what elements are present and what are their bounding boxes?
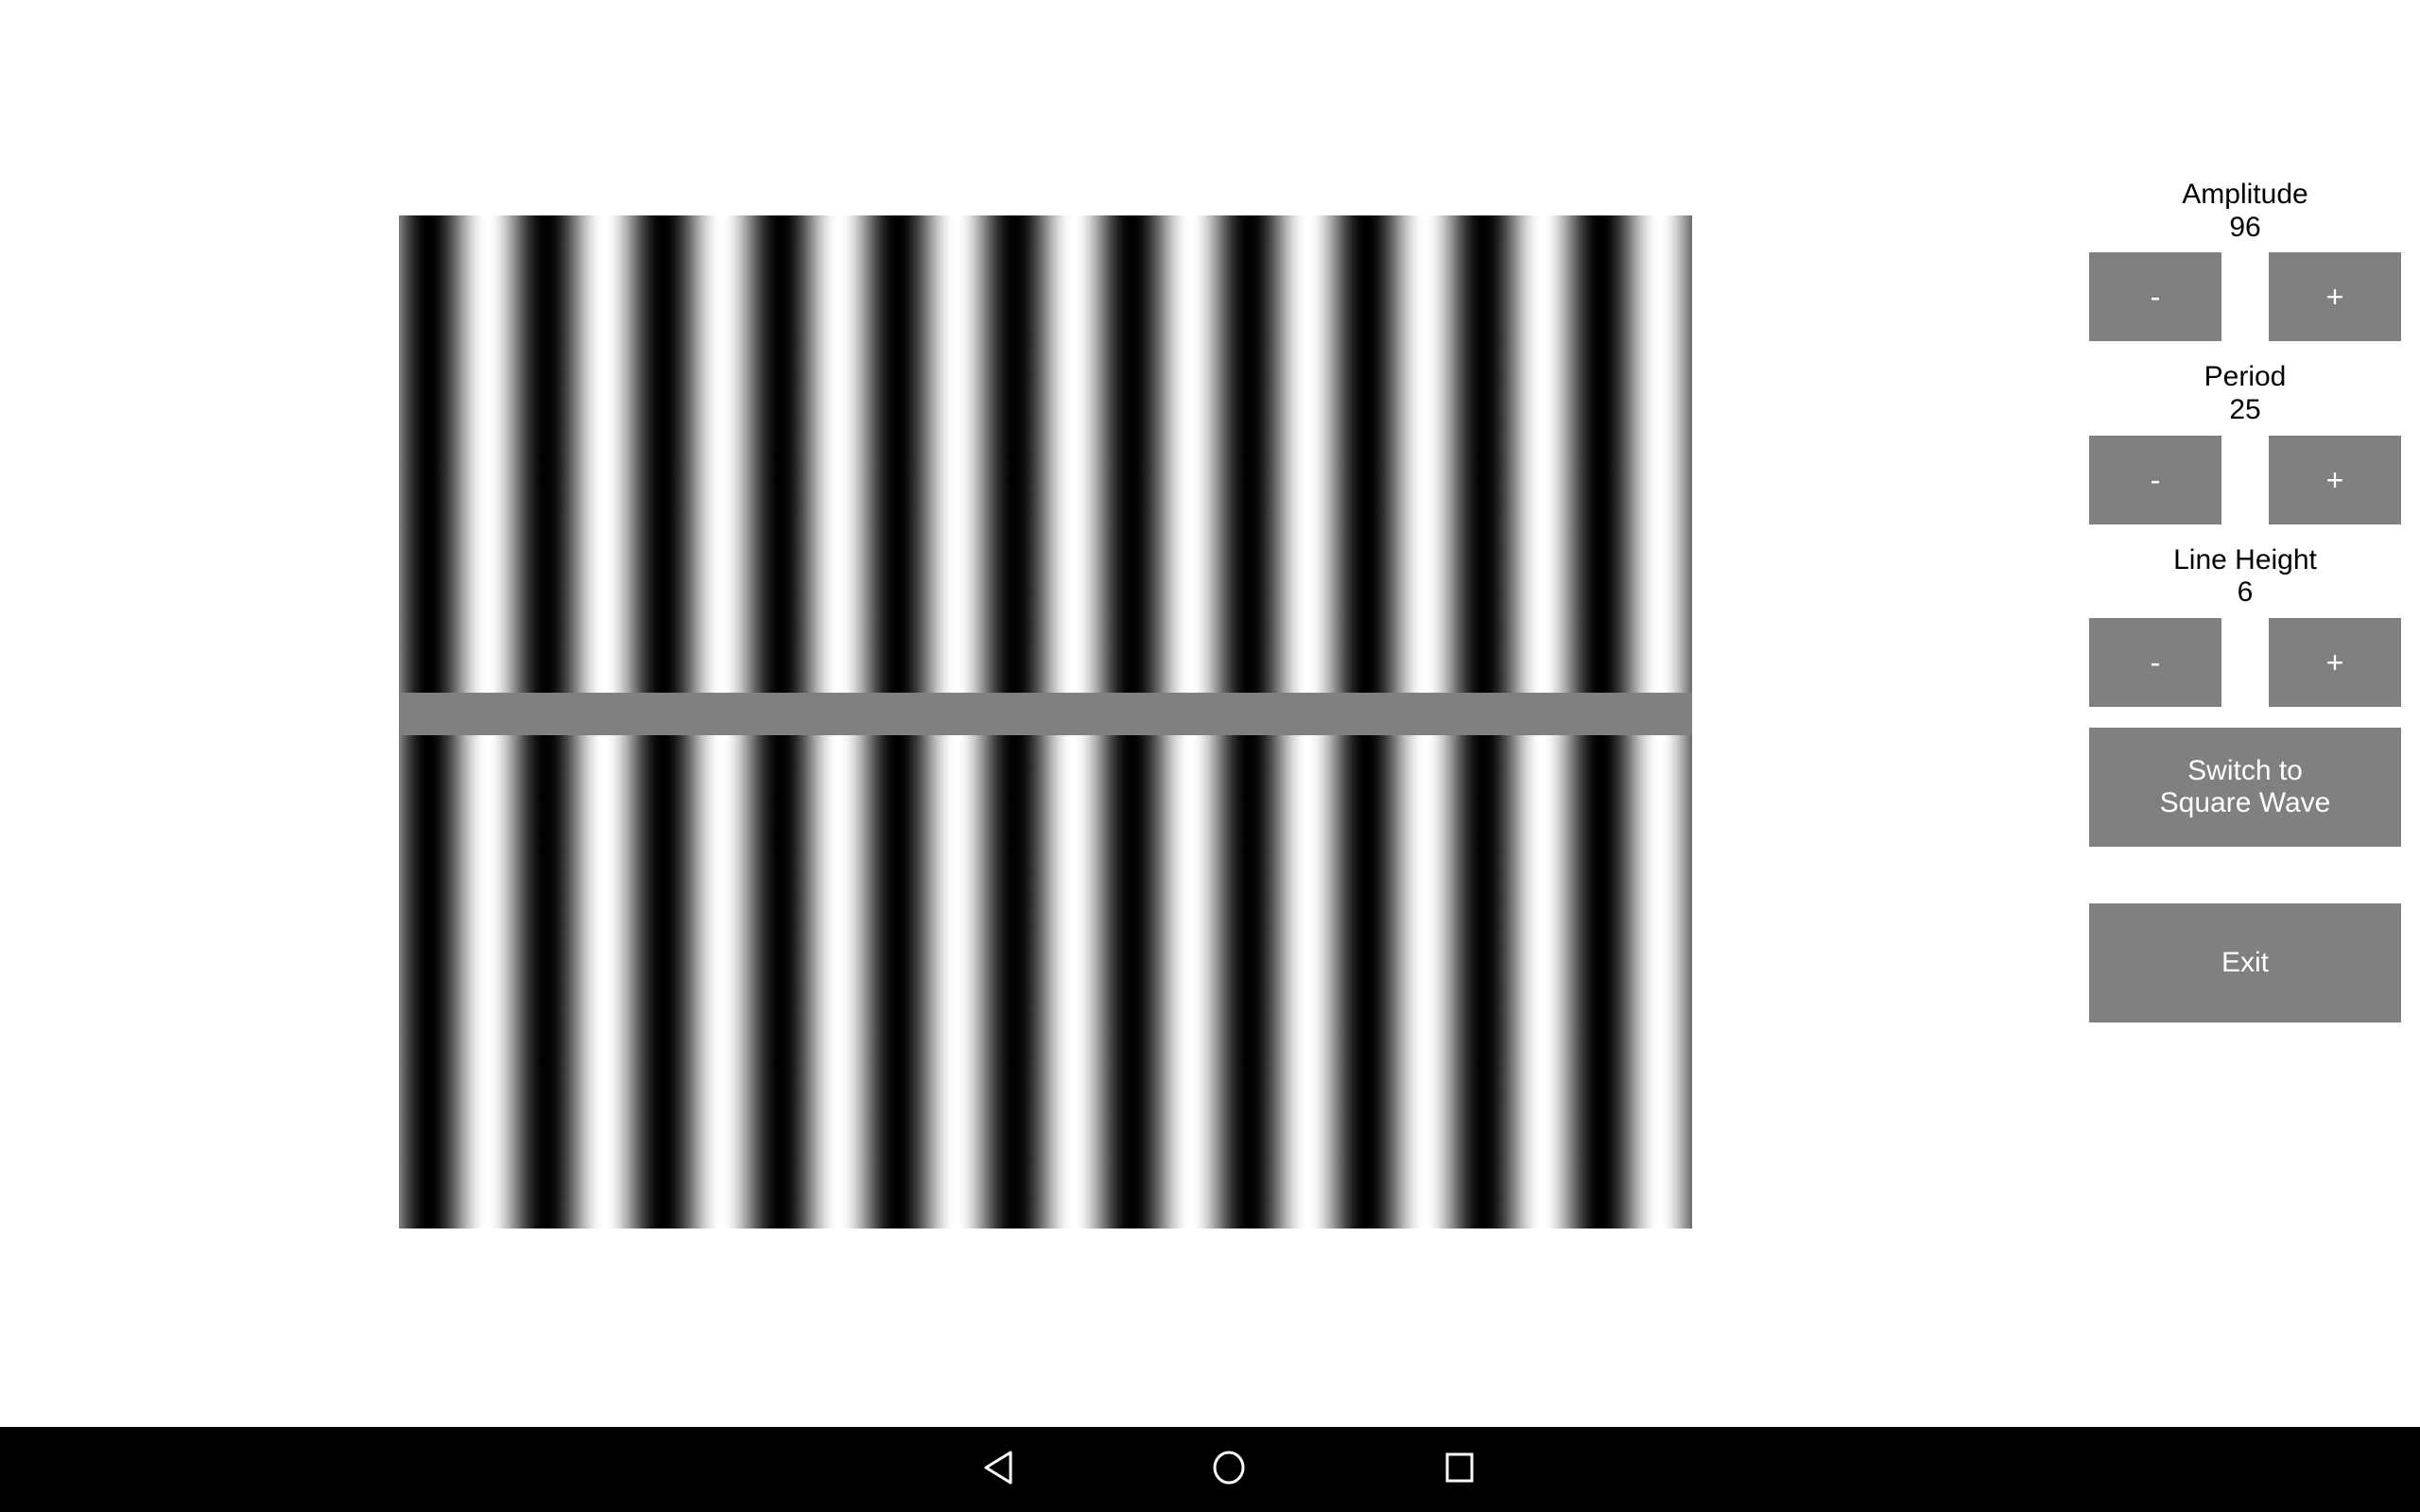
nav-recents-button[interactable] bbox=[1403, 1427, 1516, 1512]
period-value: 25 bbox=[2229, 394, 2261, 426]
line-height-label: Line Height bbox=[2173, 543, 2317, 576]
amplitude-control-group: Amplitude 96 - + bbox=[2089, 179, 2401, 342]
amplitude-stepper: - + bbox=[2089, 252, 2401, 342]
nav-home-button[interactable] bbox=[1172, 1427, 1286, 1512]
amplitude-value: 96 bbox=[2229, 211, 2261, 243]
recents-square-icon bbox=[1444, 1452, 1475, 1488]
period-stepper: - + bbox=[2089, 435, 2401, 524]
amplitude-label: Amplitude bbox=[2182, 179, 2308, 210]
back-triangle-icon bbox=[982, 1451, 1014, 1489]
grating-top-half[interactable] bbox=[399, 215, 1692, 693]
home-circle-icon bbox=[1212, 1450, 1246, 1490]
amplitude-increment-button[interactable]: + bbox=[2269, 252, 2401, 342]
line-height-value: 6 bbox=[2237, 576, 2254, 609]
period-decrement-button[interactable]: - bbox=[2089, 435, 2221, 524]
switch-to-square-wave-button[interactable]: Switch to Square Wave bbox=[2089, 727, 2401, 847]
grating-bottom-half[interactable] bbox=[399, 735, 1692, 1228]
control-panel: Amplitude 96 - + Period 25 - + Line Heig… bbox=[2089, 180, 2401, 1022]
line-height-stepper: - + bbox=[2089, 617, 2401, 707]
grating-separator-bar bbox=[399, 693, 1692, 735]
period-increment-button[interactable]: + bbox=[2269, 435, 2401, 524]
period-label: Period bbox=[2204, 361, 2287, 393]
nav-back-button[interactable] bbox=[942, 1427, 1055, 1512]
grating-stimulus-area[interactable] bbox=[399, 215, 1692, 1228]
line-height-increment-button[interactable]: + bbox=[2269, 617, 2401, 707]
android-navigation-bar bbox=[0, 1427, 2420, 1512]
line-height-control-group: Line Height 6 - + bbox=[2089, 543, 2401, 707]
amplitude-decrement-button[interactable]: - bbox=[2089, 252, 2221, 342]
period-control-group: Period 25 - + bbox=[2089, 362, 2401, 524]
line-height-decrement-button[interactable]: - bbox=[2089, 617, 2221, 707]
exit-button[interactable]: Exit bbox=[2089, 902, 2401, 1022]
